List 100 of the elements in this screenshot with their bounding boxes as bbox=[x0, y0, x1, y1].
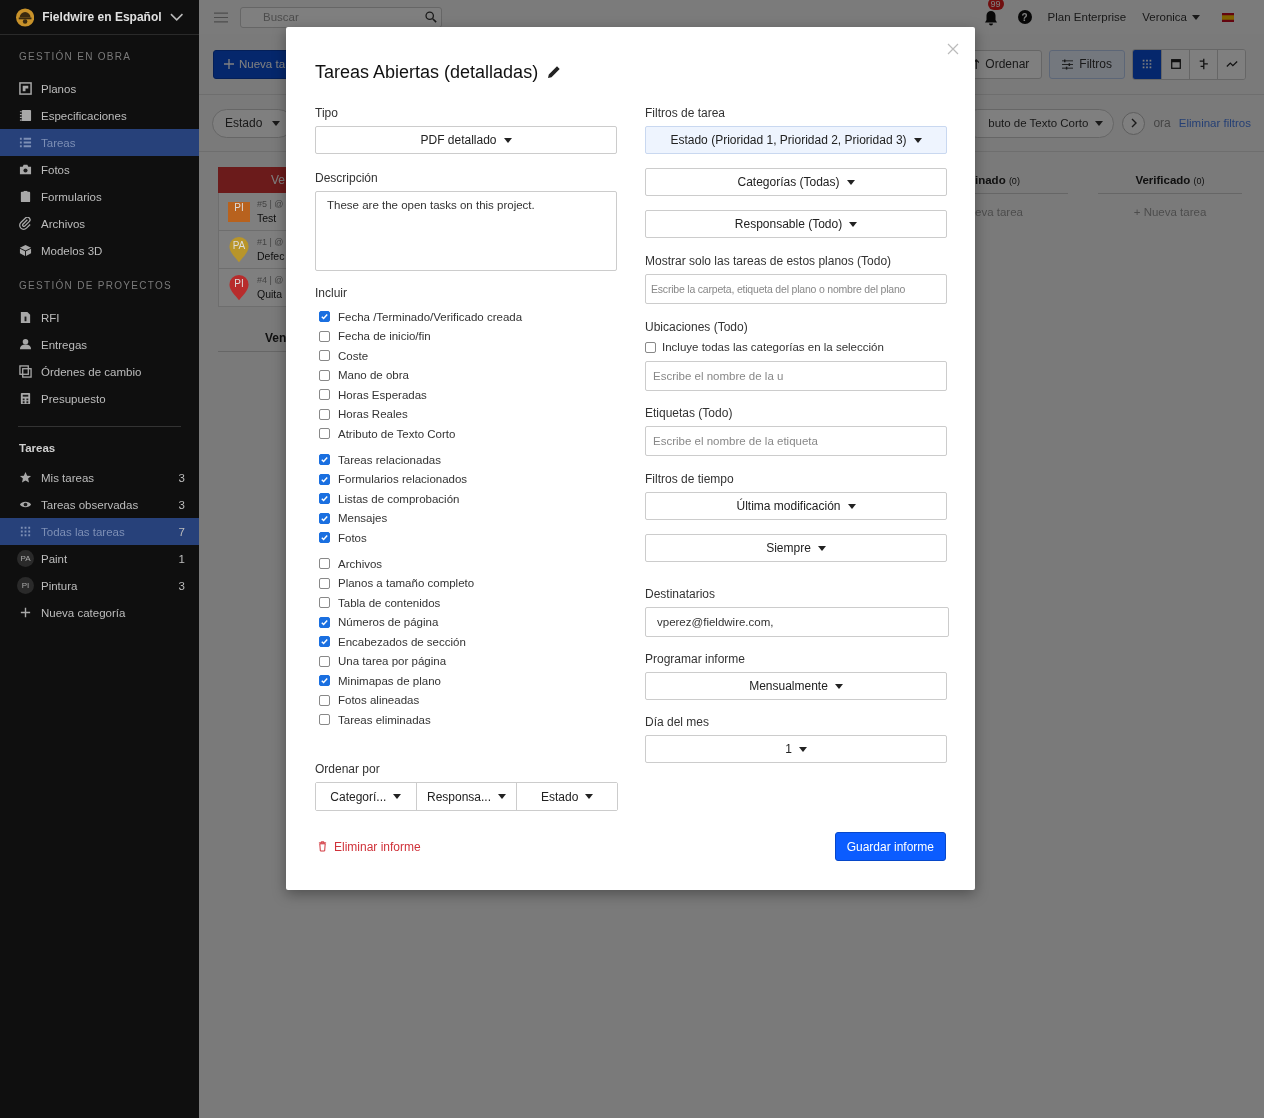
checkbox[interactable] bbox=[319, 369, 330, 381]
sidebar-item[interactable]: PA Paint 1 bbox=[0, 545, 199, 572]
field-label: Ordenar por bbox=[315, 761, 381, 777]
caret-icon bbox=[817, 545, 826, 551]
flag-icon[interactable] bbox=[1222, 12, 1234, 22]
plan-label: Plan Enterprise bbox=[1047, 11, 1127, 23]
sidebar-item[interactable]: Planos bbox=[0, 75, 199, 102]
description-field[interactable]: These are the open tasks on this project. bbox=[315, 191, 617, 271]
sidebar-item[interactable]: PI Pintura 3 bbox=[0, 572, 199, 599]
sidebar-item[interactable]: Presupuesto bbox=[0, 385, 199, 412]
user-menu[interactable]: Veronica bbox=[1142, 11, 1200, 23]
sidebar-item[interactable]: Fotos bbox=[0, 156, 199, 183]
close-icon[interactable] bbox=[947, 43, 959, 55]
checkbox[interactable] bbox=[319, 350, 330, 362]
checkbox-label: Formularios relacionados bbox=[338, 473, 468, 486]
checkbox[interactable] bbox=[319, 655, 330, 667]
category-initials: PI bbox=[233, 202, 245, 213]
checkbox[interactable] bbox=[645, 341, 656, 353]
checkbox-label: Coste bbox=[338, 349, 369, 362]
checkbox-label: Incluye todas las categorías en la selección bbox=[662, 341, 884, 353]
caret-icon bbox=[585, 794, 594, 799]
caret-icon bbox=[846, 179, 855, 185]
field-label: Mostrar solo las tareas de estos planos (Todo) bbox=[645, 253, 893, 269]
chevron-down-icon[interactable] bbox=[169, 13, 183, 21]
checkbox-label: Horas Reales bbox=[338, 408, 408, 421]
view-button[interactable] bbox=[1189, 49, 1217, 79]
checkbox[interactable] bbox=[319, 636, 330, 648]
help-button[interactable]: ? bbox=[1017, 10, 1032, 24]
pencil-icon[interactable] bbox=[547, 65, 562, 79]
caret-icon bbox=[503, 137, 512, 143]
category-badge: PI bbox=[17, 577, 34, 594]
filters-button[interactable]: Filtros bbox=[1049, 49, 1125, 79]
sidebar-item[interactable]: Entregas bbox=[0, 331, 199, 358]
scroll-right-button[interactable] bbox=[1122, 111, 1146, 135]
view-button[interactable] bbox=[1161, 49, 1189, 79]
sidebar-item[interactable]: Especificaciones bbox=[0, 102, 199, 129]
category-badge: PA bbox=[17, 550, 34, 567]
sidebar-item[interactable]: RFI bbox=[0, 304, 199, 331]
type-dropdown[interactable]: PDF detallado bbox=[315, 126, 617, 154]
sidebar-item[interactable]: Modelos 3D bbox=[0, 237, 199, 264]
locations-field[interactable]: Escribe el nombre de la u bbox=[645, 361, 947, 391]
view-button[interactable] bbox=[1133, 49, 1161, 79]
bell-icon[interactable] bbox=[983, 10, 998, 26]
gantt-icon bbox=[1197, 58, 1210, 70]
plans-field[interactable]: Escribe la carpeta, etiqueta del plano o nombre del plano bbox=[645, 274, 947, 304]
checkbox[interactable] bbox=[319, 330, 330, 342]
field-label: Tipo bbox=[315, 105, 339, 121]
schedule-dropdown[interactable]: Mensualmente bbox=[645, 672, 947, 700]
sidebar-item[interactable]: Tareas observadas 3 bbox=[0, 491, 199, 518]
checkbox-label: Horas Esperadas bbox=[338, 388, 427, 401]
tags-field[interactable]: Escribe el nombre de la etiqueta bbox=[645, 426, 947, 456]
checkbox-label: Fecha de inicio/fin bbox=[338, 330, 431, 343]
sort-dropdown[interactable]: Estado bbox=[516, 783, 617, 810]
checkbox[interactable] bbox=[319, 389, 330, 401]
caret-icon bbox=[847, 503, 856, 509]
checkbox-label: Tareas relacionadas bbox=[338, 453, 441, 466]
save-report-button[interactable]: Guardar informe bbox=[834, 832, 946, 861]
checkbox[interactable] bbox=[319, 512, 330, 524]
caret-icon bbox=[1095, 120, 1104, 126]
sidebar-item[interactable]: Órdenes de cambio bbox=[0, 358, 199, 385]
field-label: Programar informe bbox=[645, 651, 747, 667]
day-dropdown[interactable]: 1 bbox=[645, 735, 947, 763]
time-filter-dropdown[interactable]: Siempre bbox=[645, 534, 947, 562]
plus-icon bbox=[224, 59, 234, 69]
time-filter-dropdown[interactable]: Última modificación bbox=[645, 492, 947, 520]
trash-icon bbox=[318, 841, 327, 852]
task-title: Quita bbox=[257, 288, 284, 300]
field-label: Filtros de tarea bbox=[645, 105, 727, 121]
sidebar-item[interactable]: Todas las tareas 7 bbox=[0, 518, 199, 545]
sidebar-item[interactable]: Mis tareas 3 bbox=[0, 464, 199, 491]
menu-icon[interactable] bbox=[214, 11, 228, 23]
project-name[interactable]: Fieldwire en Español bbox=[42, 10, 162, 24]
new-category-button[interactable]: Nueva categoría bbox=[0, 599, 199, 626]
checkbox[interactable] bbox=[319, 473, 330, 485]
checkbox[interactable] bbox=[319, 311, 330, 323]
checkbox[interactable] bbox=[319, 675, 330, 687]
sidebar-item[interactable]: Formularios bbox=[0, 183, 199, 210]
checkbox[interactable] bbox=[319, 616, 330, 628]
category-initials: PA bbox=[231, 240, 247, 251]
checkbox[interactable] bbox=[319, 493, 330, 505]
checkbox[interactable] bbox=[319, 577, 330, 589]
filter-dropdown[interactable]: Categorías (Todas) bbox=[645, 168, 947, 196]
checkbox[interactable] bbox=[319, 428, 330, 440]
sidebar-item[interactable]: Archivos bbox=[0, 210, 199, 237]
checkbox[interactable] bbox=[319, 597, 330, 609]
checkbox[interactable] bbox=[319, 558, 330, 570]
checkbox[interactable] bbox=[319, 714, 330, 726]
checkbox[interactable] bbox=[319, 408, 330, 420]
delete-report-link[interactable]: Eliminar informe bbox=[315, 839, 421, 854]
checkbox-label: Planos a tamaño completo bbox=[338, 577, 475, 590]
view-button[interactable] bbox=[1217, 49, 1245, 79]
filter-dropdown[interactable]: Estado (Prioridad 1, Prioridad 2, Prioridad 3) bbox=[645, 126, 947, 154]
checkbox[interactable] bbox=[319, 454, 330, 466]
checkbox[interactable] bbox=[319, 694, 330, 706]
filter-dropdown[interactable]: Responsable (Todo) bbox=[645, 210, 947, 238]
checkbox[interactable] bbox=[319, 532, 330, 544]
task-count: 1 bbox=[178, 552, 185, 565]
task-count: 7 bbox=[178, 525, 185, 538]
section-heading: Tareas bbox=[18, 442, 57, 456]
recipients-field[interactable]: vperez@fieldwire.com, bbox=[645, 607, 949, 637]
